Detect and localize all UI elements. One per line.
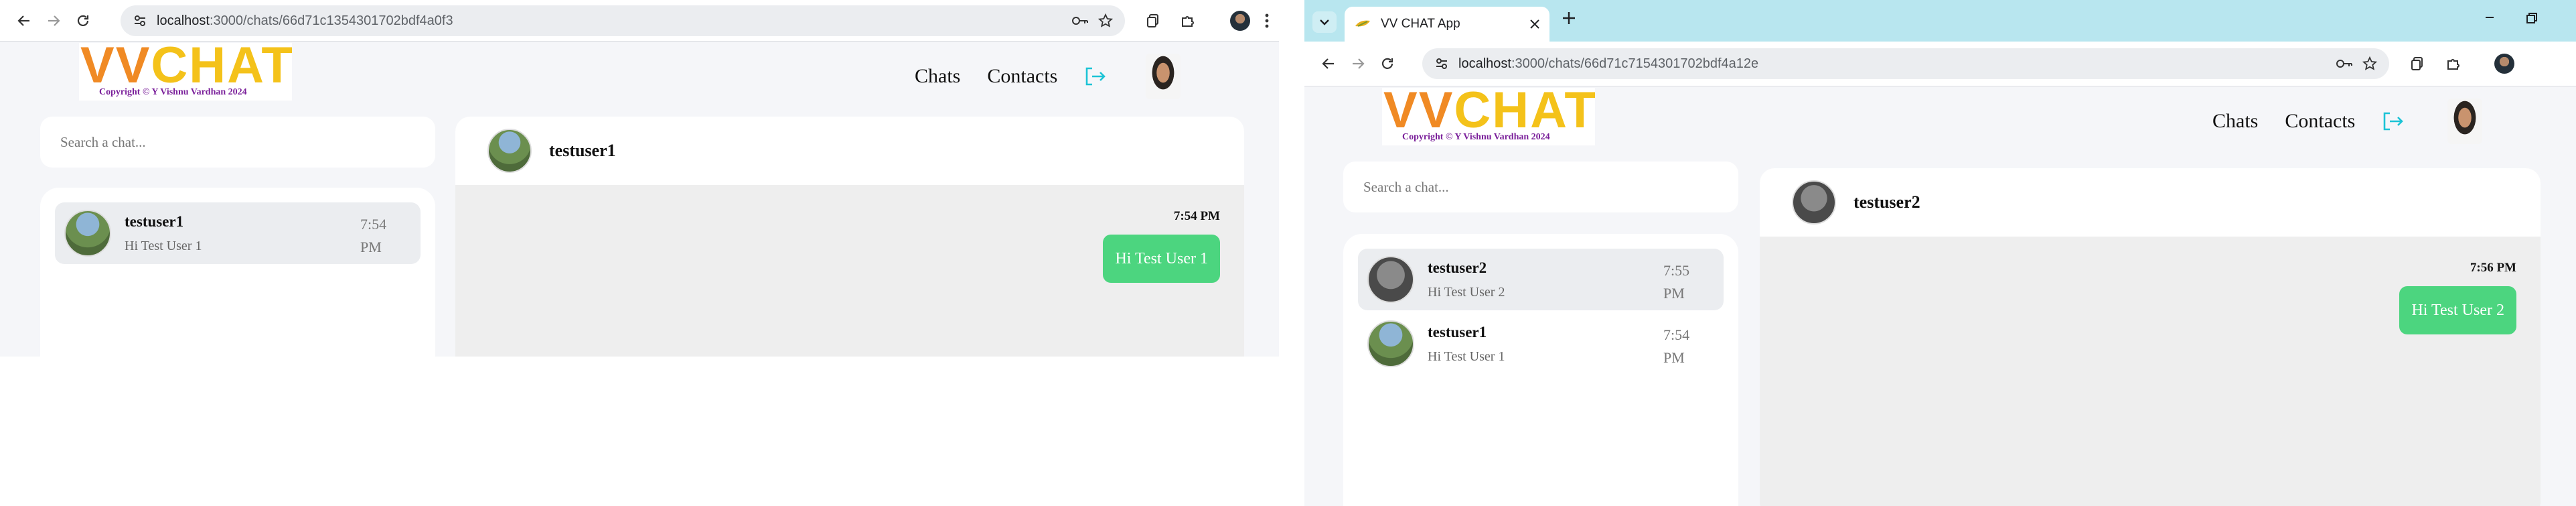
copy-icon[interactable]: [2403, 49, 2432, 78]
profile-avatar-icon[interactable]: [2490, 49, 2519, 78]
chat-list-item[interactable]: testuser1 Hi Test User 1 7:54 PM: [1358, 313, 1724, 375]
conversation-avatar: [487, 129, 532, 173]
bookmark-star-icon[interactable]: [1098, 13, 1113, 28]
bookmark-star-icon[interactable]: [2362, 56, 2377, 71]
message-bubble: Hi Test User 1: [1103, 235, 1220, 283]
address-bar[interactable]: localhost:3000/chats/66d71c1354301702bdf…: [121, 5, 1125, 36]
logo-copyright: Copyright © Y Vishnu Vardhan 2024: [1402, 132, 1550, 142]
new-tab-plus-icon[interactable]: [1562, 11, 1576, 25]
chat-avatar: [1367, 320, 1414, 367]
chat-time: 7:54 PM: [1663, 326, 1690, 366]
logo-vv: VV: [80, 43, 151, 94]
logout-icon[interactable]: [2382, 111, 2405, 131]
search-chat-input[interactable]: Search a chat...: [1343, 162, 1738, 212]
message-bubble: Hi Test User 2: [2399, 286, 2516, 334]
message-time: 7:56 PM: [2470, 261, 2516, 275]
forward-arrow-icon[interactable]: [39, 6, 68, 36]
tab-title: VV CHAT App: [1381, 17, 1460, 31]
message-time: 7:54 PM: [1173, 209, 1220, 223]
nav-chats[interactable]: Chats: [2212, 110, 2258, 133]
browser-toolbar: localhost:3000/chats/66d71c7154301702bdf…: [1304, 42, 2576, 86]
browser-window-left: localhost:3000/chats/66d71c1354301702bdf…: [0, 0, 1279, 357]
conversation-header: testuser2: [1760, 168, 2541, 237]
app-logo[interactable]: VVCHAT Copyright © Y Vishnu Vardhan 2024: [1382, 88, 1595, 145]
chat-time: 7:55 PM: [1663, 262, 1690, 302]
conversation-name: testuser1: [549, 141, 616, 160]
chat-list: testuser2 Hi Test User 2 7:55 PM testuse…: [1343, 234, 1738, 506]
password-key-icon[interactable]: [1071, 14, 1089, 27]
chat-list: testuser1 Hi Test User 1 7:54 PM: [40, 188, 435, 357]
back-arrow-icon[interactable]: [9, 6, 39, 36]
user-avatar[interactable]: [2447, 99, 2483, 144]
tab-favicon-icon: [1354, 18, 1371, 30]
tab-close-icon[interactable]: [1529, 19, 1540, 29]
conversation-name: testuser2: [1853, 192, 1920, 212]
url-text[interactable]: localhost:3000/chats/66d71c1354301702bdf…: [157, 13, 1062, 29]
profile-avatar-icon[interactable]: [1225, 6, 1255, 36]
forward-arrow-icon[interactable]: [1343, 49, 1373, 78]
chat-time: 7:54 PM: [360, 216, 387, 255]
back-arrow-icon[interactable]: [1314, 49, 1343, 78]
tab-strip: VV CHAT App: [1304, 0, 2576, 42]
copy-icon[interactable]: [1138, 6, 1168, 36]
extensions-puzzle-icon[interactable]: [2439, 49, 2468, 78]
url-path: :3000/chats/66d71c1354301702bdf4a0f3: [209, 13, 453, 28]
nav-contacts[interactable]: Contacts: [987, 65, 1057, 88]
password-key-icon[interactable]: [2336, 57, 2353, 70]
conversation-panel: testuser2 7:56 PM Hi Test User 2: [1760, 168, 2541, 506]
chat-list-item[interactable]: testuser1 Hi Test User 1 7:54 PM: [55, 202, 421, 264]
logo-vv: VV: [1383, 88, 1454, 139]
app-logo[interactable]: VVCHAT Copyright © Y Vishnu Vardhan 2024: [79, 43, 292, 101]
top-nav: Chats Contacts: [915, 54, 1181, 99]
site-info-icon[interactable]: [133, 13, 147, 28]
conversation-avatar: [1792, 180, 1836, 225]
url-text[interactable]: localhost:3000/chats/66d71c7154301702bdf…: [1458, 56, 2326, 72]
nav-contacts[interactable]: Contacts: [2285, 110, 2355, 133]
kebab-menu-icon[interactable]: [1259, 6, 1275, 36]
browser-tab[interactable]: VV CHAT App: [1345, 7, 1549, 42]
reload-icon[interactable]: [68, 6, 98, 36]
logo-chat: CHAT: [151, 43, 292, 94]
tab-search-chevron-icon[interactable]: [1312, 11, 1337, 33]
chat-list-item[interactable]: testuser2 Hi Test User 2 7:55 PM: [1358, 249, 1724, 310]
user-avatar[interactable]: [1146, 54, 1181, 99]
conversation-panel: testuser1 7:54 PM Hi Test User 1: [455, 117, 1244, 357]
browser-window-right: VV CHAT App localhost:3000/chats/66d71c7…: [1304, 0, 2576, 506]
url-host: localhost: [1458, 56, 1511, 71]
url-host: localhost: [157, 13, 210, 28]
site-info-icon[interactable]: [1434, 56, 1449, 71]
nav-chats[interactable]: Chats: [915, 65, 960, 88]
address-bar[interactable]: localhost:3000/chats/66d71c7154301702bdf…: [1422, 48, 2389, 79]
minimize-icon[interactable]: [2484, 12, 2495, 23]
url-path: :3000/chats/66d71c7154301702bdf4a12e: [1511, 56, 1759, 71]
app-page: VVCHAT Copyright © Y Vishnu Vardhan 2024…: [1304, 86, 2576, 506]
logout-icon[interactable]: [1084, 66, 1107, 86]
chat-avatar: [64, 210, 111, 257]
chat-avatar: [1367, 256, 1414, 303]
reload-icon[interactable]: [1373, 49, 1402, 78]
conversation-header: testuser1: [455, 117, 1244, 185]
extensions-puzzle-icon[interactable]: [1173, 6, 1203, 36]
logo-chat: CHAT: [1454, 88, 1595, 139]
app-page: VVCHAT Copyright © Y Vishnu Vardhan 2024…: [0, 42, 1279, 357]
browser-toolbar: localhost:3000/chats/66d71c1354301702bdf…: [0, 0, 1279, 42]
logo-copyright: Copyright © Y Vishnu Vardhan 2024: [99, 87, 247, 97]
top-nav: Chats Contacts: [2212, 99, 2483, 144]
restore-icon[interactable]: [2526, 12, 2538, 24]
search-chat-input[interactable]: Search a chat...: [40, 117, 435, 168]
